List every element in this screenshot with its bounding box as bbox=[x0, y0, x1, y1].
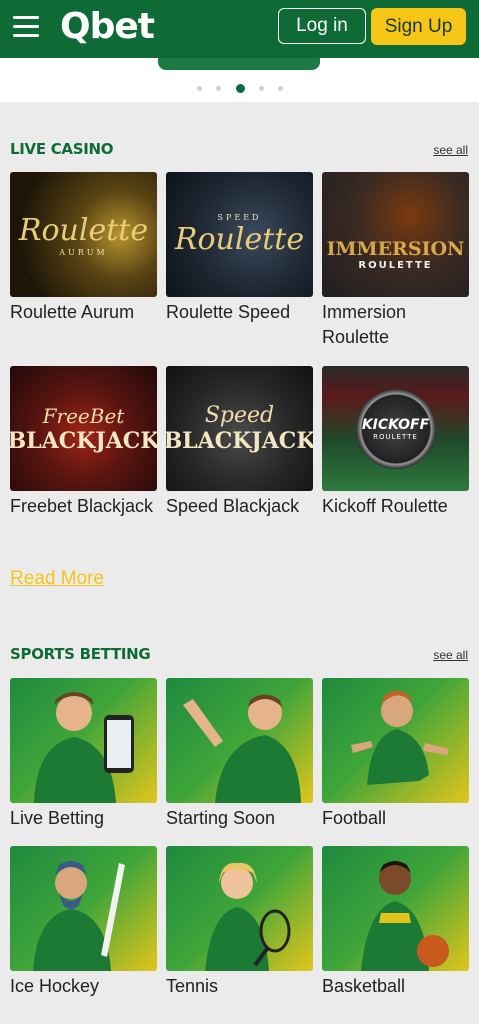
sport-card-football[interactable]: Football bbox=[322, 678, 469, 831]
game-thumbnail: KICKOFF ROULETTE bbox=[322, 366, 469, 491]
carousel-dot[interactable] bbox=[216, 85, 222, 91]
sports-betting-section: SPORTS BETTING see all Live Betting Star… bbox=[0, 607, 479, 1024]
sport-thumbnail bbox=[166, 678, 313, 803]
live-casino-see-all-link[interactable]: see all bbox=[433, 143, 468, 157]
signup-button[interactable]: Sign Up bbox=[371, 8, 466, 45]
game-thumbnail: SPEED Roulette bbox=[166, 172, 313, 297]
game-art-sub: BLACKJACK bbox=[166, 428, 313, 454]
kickoff-wheel-icon: KICKOFF ROULETTE bbox=[355, 388, 436, 469]
game-card-roulette-speed[interactable]: SPEED Roulette Roulette Speed bbox=[166, 172, 313, 325]
game-art-sub: AURUM bbox=[59, 247, 108, 257]
sport-card-tennis[interactable]: Tennis bbox=[166, 846, 313, 999]
read-more-link[interactable]: Read More bbox=[10, 568, 104, 590]
carousel-dots bbox=[197, 83, 283, 93]
sport-title: Football bbox=[322, 808, 387, 828]
sport-title: Starting Soon bbox=[166, 808, 276, 828]
game-thumbnail: IMMERSION ROULETTE bbox=[322, 172, 469, 297]
sport-thumbnail bbox=[322, 678, 469, 803]
sport-thumbnail bbox=[10, 846, 157, 971]
menu-bar bbox=[13, 16, 39, 19]
tennis-player-icon bbox=[204, 862, 290, 971]
sports-see-all-link[interactable]: see all bbox=[433, 648, 468, 662]
sport-card-ice-hockey[interactable]: Ice Hockey bbox=[10, 846, 157, 999]
game-card-roulette-aurum[interactable]: Roulette AURUM Roulette Aurum bbox=[10, 172, 157, 325]
game-thumbnail: FreeBet BLACKJACK bbox=[10, 366, 157, 491]
sport-card-basketball[interactable]: Basketball bbox=[322, 846, 469, 999]
game-title: Speed Blackjack bbox=[166, 496, 300, 516]
referee-mascot-icon bbox=[182, 694, 301, 803]
basketball-player-icon bbox=[360, 861, 449, 971]
game-art-title: Speed bbox=[204, 403, 275, 428]
game-art-sub: ROULETTE bbox=[358, 260, 433, 271]
carousel-dot[interactable] bbox=[197, 85, 202, 91]
game-card-freebet-blackjack[interactable]: FreeBet BLACKJACK Freebet Blackjack bbox=[10, 366, 157, 519]
sport-thumbnail bbox=[10, 678, 157, 803]
carousel-dot[interactable] bbox=[258, 85, 264, 91]
game-art-sub: ROULETTE bbox=[373, 432, 418, 441]
hockey-player-icon bbox=[32, 861, 125, 971]
login-button[interactable]: Log in bbox=[278, 8, 366, 44]
top-header: Qbet Log in Sign Up bbox=[0, 0, 479, 58]
game-card-kickoff-roulette[interactable]: KICKOFF ROULETTE Kickoff Roulette bbox=[322, 366, 469, 519]
game-art-sub: BLACKJACK bbox=[10, 427, 157, 454]
menu-bar bbox=[13, 25, 39, 28]
carousel-dot-active[interactable] bbox=[235, 83, 245, 93]
game-art-title: Roulette bbox=[18, 212, 149, 248]
menu-bar bbox=[13, 34, 39, 37]
carousel-dot[interactable] bbox=[278, 85, 283, 91]
game-thumbnail: Roulette AURUM bbox=[10, 172, 157, 297]
game-card-immersion-roulette[interactable]: IMMERSION ROULETTE Immersion Roulette bbox=[322, 172, 469, 350]
game-title: Roulette Aurum bbox=[10, 302, 135, 322]
sport-card-live-betting[interactable]: Live Betting bbox=[10, 678, 157, 831]
sport-title: Basketball bbox=[322, 976, 406, 996]
mascot-with-phone-icon bbox=[33, 692, 134, 803]
live-casino-title: LIVE CASINO bbox=[10, 140, 114, 158]
sport-thumbnail bbox=[322, 846, 469, 971]
game-title: Kickoff Roulette bbox=[322, 496, 448, 516]
game-art-sub: SPEED bbox=[217, 212, 262, 222]
sport-title: Tennis bbox=[166, 976, 219, 996]
brand-logo[interactable]: Qbet bbox=[60, 6, 155, 47]
sport-title: Ice Hockey bbox=[10, 976, 100, 996]
sport-title: Live Betting bbox=[10, 808, 105, 828]
game-title: Freebet Blackjack bbox=[10, 496, 154, 516]
game-art-title: Roulette bbox=[174, 221, 305, 257]
banner-slide-edge[interactable] bbox=[158, 58, 320, 70]
football-player-icon bbox=[350, 691, 449, 785]
sports-betting-title: SPORTS BETTING bbox=[10, 645, 151, 663]
sport-card-starting-soon[interactable]: Starting Soon bbox=[166, 678, 313, 831]
game-title: Roulette Speed bbox=[166, 302, 291, 322]
live-casino-section: LIVE CASINO see all Roulette AURUM Roule… bbox=[0, 102, 479, 607]
game-art-title: IMMERSION bbox=[326, 238, 465, 260]
game-title: Immersion Roulette bbox=[322, 302, 407, 347]
game-thumbnail: Speed BLACKJACK bbox=[166, 366, 313, 491]
hamburger-menu-icon[interactable] bbox=[13, 16, 39, 38]
game-art-title: FreeBet bbox=[42, 403, 125, 428]
game-card-speed-blackjack[interactable]: Speed BLACKJACK Speed Blackjack bbox=[166, 366, 313, 519]
game-art-title: KICKOFF bbox=[361, 416, 430, 433]
sport-thumbnail bbox=[166, 846, 313, 971]
